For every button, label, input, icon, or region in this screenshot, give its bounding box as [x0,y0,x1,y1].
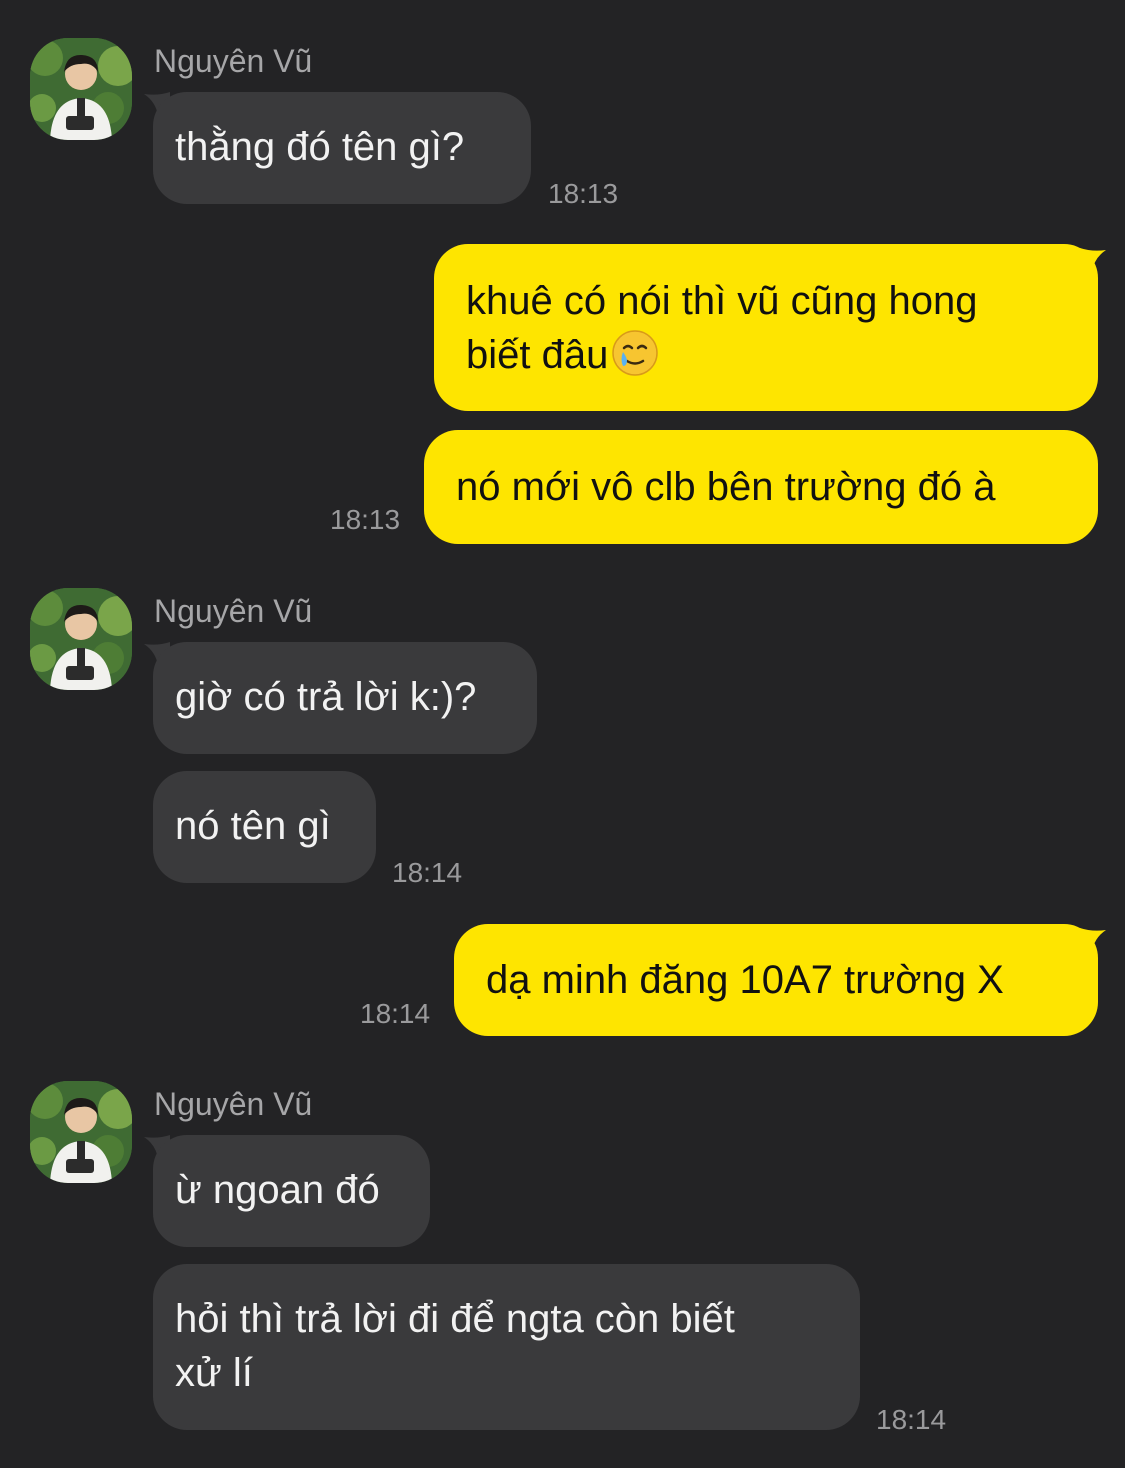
crying-smile-emoji-icon [612,330,659,376]
message-bubble-incoming[interactable]: nó tên gì [153,771,376,883]
avatar-photo-icon [30,38,132,140]
message-bubble-outgoing[interactable]: dạ minh đăng 10A7 trường X [454,924,1098,1036]
message-bubble-outgoing[interactable]: nó mới vô clb bên trường đó à [424,430,1098,544]
sender-name: Nguyên Vũ [154,593,313,629]
message-bubble-incoming[interactable]: ừ ngoan đó [153,1135,430,1247]
message-text-line: biết đâu [466,328,1066,382]
avatar-photo-icon [30,588,132,690]
message-bubble-incoming[interactable]: giờ có trả lời k:)? [153,642,537,754]
message-text: nó mới vô clb bên trường đó à [456,465,996,509]
contact-avatar[interactable] [30,38,132,140]
avatar-photo-icon [30,1081,132,1183]
contact-avatar[interactable] [30,588,132,690]
message-text: dạ minh đăng 10A7 trường X [486,958,1004,1002]
sender-name: Nguyên Vũ [154,1086,313,1122]
message-text: nó tên gì [175,804,331,848]
message-time: 18:13 [330,504,401,535]
message-text: ừ ngoan đó [175,1168,380,1212]
message-time: 18:13 [548,178,619,209]
message-text-line: biết đâu [466,333,609,377]
message-bubble-incoming[interactable]: hỏi thì trả lời đi để ngta còn biết xử l… [153,1264,860,1430]
message-time: 18:14 [360,998,431,1029]
message-text: giờ có trả lời k:)? [175,675,477,719]
message-bubble-outgoing[interactable]: khuê có nói thì vũ cũng hong biết đâu [434,244,1098,411]
contact-avatar[interactable] [30,1081,132,1183]
sender-name: Nguyên Vũ [154,43,313,79]
message-bubble-incoming[interactable]: thằng đó tên gì? [153,92,531,204]
message-time: 18:14 [876,1404,947,1435]
message-time: 18:14 [392,857,463,888]
message-text-line: hỏi thì trả lời đi để ngta còn biết [175,1297,735,1341]
message-text: thằng đó tên gì? [175,125,465,169]
message-text-line: xử lí [175,1351,253,1395]
message-text-line: khuê có nói thì vũ cũng hong [466,279,978,323]
chat-thread[interactable]: Nguyên Vũ thằng đó tên gì? 18:13 khuê có… [0,0,1125,1468]
